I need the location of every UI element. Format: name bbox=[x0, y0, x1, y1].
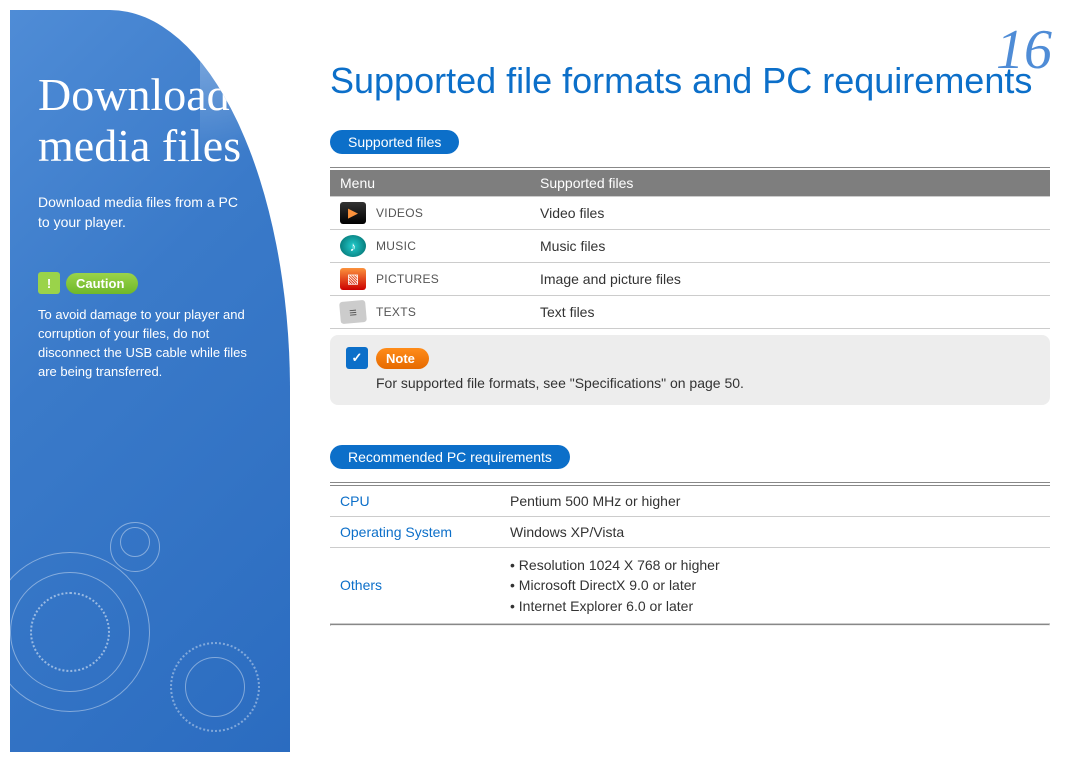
cell-desc: Video files bbox=[530, 197, 1050, 230]
note-box: ✓ Note For supported file formats, see "… bbox=[330, 335, 1050, 405]
section-pc-requirements: Recommended PC requirements CPU Pentium … bbox=[330, 445, 1050, 626]
caution-heading: ! Caution bbox=[38, 272, 266, 294]
section-supported-files: Supported files Menu Supported files ▶ V… bbox=[330, 130, 1050, 405]
divider bbox=[330, 482, 1050, 483]
note-icon: ✓ bbox=[346, 347, 368, 369]
req-value-cpu: Pentium 500 MHz or higher bbox=[500, 486, 1050, 517]
note-badge: Note bbox=[376, 348, 429, 369]
list-item: Microsoft DirectX 9.0 or later bbox=[510, 575, 1040, 595]
table-row: ≡ TEXTS Text files bbox=[330, 296, 1050, 329]
table-row: Others Resolution 1024 X 768 or higher M… bbox=[330, 548, 1050, 624]
cell-desc: Image and picture files bbox=[530, 263, 1050, 296]
page-title: Supported file formats and PC requiremen… bbox=[330, 60, 1050, 102]
menu-label: MUSIC bbox=[376, 239, 416, 253]
table-row: ♪ MUSIC Music files bbox=[330, 230, 1050, 263]
list-item: Resolution 1024 X 768 or higher bbox=[510, 555, 1040, 575]
pictures-icon: ▧ bbox=[340, 268, 366, 290]
th-supported: Supported files bbox=[530, 170, 1050, 197]
sidebar-title-line1: Download bbox=[38, 69, 230, 120]
table-row: CPU Pentium 500 MHz or higher bbox=[330, 486, 1050, 517]
divider bbox=[330, 624, 1050, 626]
videos-icon: ▶ bbox=[340, 202, 366, 224]
caution-badge: Caution bbox=[66, 273, 138, 294]
menu-label: TEXTS bbox=[376, 305, 416, 319]
sidebar: Download media files Download media file… bbox=[10, 10, 290, 752]
list-item: Internet Explorer 6.0 or later bbox=[510, 596, 1040, 616]
decor-circle bbox=[30, 592, 110, 672]
divider bbox=[330, 167, 1050, 168]
section-heading-requirements: Recommended PC requirements bbox=[330, 445, 570, 469]
caution-text: To avoid damage to your player and corru… bbox=[38, 306, 266, 381]
section-heading-supported: Supported files bbox=[330, 130, 459, 154]
table-row: ▶ VIDEOS Video files bbox=[330, 197, 1050, 230]
supported-files-table: Menu Supported files ▶ VIDEOS Video file… bbox=[330, 170, 1050, 329]
sidebar-title: Download media files bbox=[38, 70, 266, 171]
texts-icon: ≡ bbox=[339, 300, 367, 324]
menu-label: VIDEOS bbox=[376, 206, 423, 220]
req-label-os: Operating System bbox=[330, 517, 500, 548]
menu-label: PICTURES bbox=[376, 272, 439, 286]
cell-desc: Music files bbox=[530, 230, 1050, 263]
requirements-table: CPU Pentium 500 MHz or higher Operating … bbox=[330, 485, 1050, 624]
main-content: Supported file formats and PC requiremen… bbox=[330, 60, 1050, 626]
note-text: For supported file formats, see "Specifi… bbox=[346, 375, 1034, 391]
req-value-os: Windows XP/Vista bbox=[500, 517, 1050, 548]
th-menu: Menu bbox=[330, 170, 530, 197]
decor-circle bbox=[120, 527, 150, 557]
caution-icon: ! bbox=[38, 272, 60, 294]
table-row: ▧ PICTURES Image and picture files bbox=[330, 263, 1050, 296]
sidebar-subtitle: Download media files from a PC to your p… bbox=[38, 193, 266, 232]
table-row: Operating System Windows XP/Vista bbox=[330, 517, 1050, 548]
req-label-others: Others bbox=[330, 548, 500, 624]
sidebar-title-line2: media files bbox=[38, 120, 241, 171]
decor-circle bbox=[185, 657, 245, 717]
cell-desc: Text files bbox=[530, 296, 1050, 329]
req-label-cpu: CPU bbox=[330, 486, 500, 517]
music-icon: ♪ bbox=[340, 235, 366, 257]
req-value-others: Resolution 1024 X 768 or higher Microsof… bbox=[500, 548, 1050, 624]
